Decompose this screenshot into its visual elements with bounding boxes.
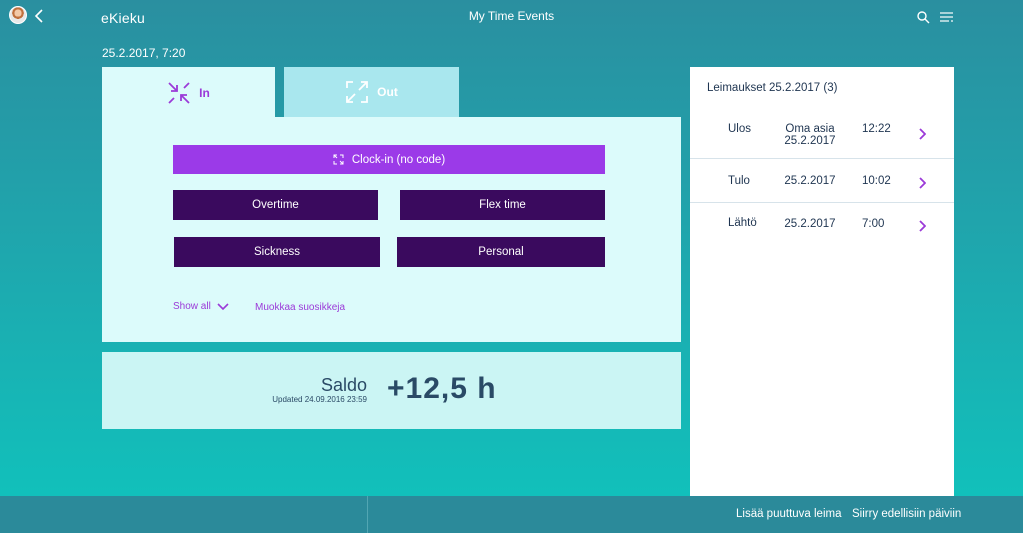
overtime-button[interactable]: Overtime — [173, 190, 378, 220]
menu-icon[interactable] — [939, 10, 954, 24]
stamp-row[interactable]: Tulo 25.2.2017 10:02 — [690, 159, 954, 203]
stamp-type: Lähtö — [728, 217, 757, 229]
expand-arrows-icon — [346, 81, 369, 103]
personal-button[interactable]: Personal — [397, 237, 605, 267]
saldo-value: +12,5 h — [387, 372, 497, 405]
flex-time-button[interactable]: Flex time — [400, 190, 605, 220]
stamp-type: Tulo — [728, 175, 750, 187]
stamps-heading: Leimaukset 25.2.2017 (3) — [707, 82, 838, 94]
stamp-row[interactable]: Lähtö 25.2.2017 7:00 — [690, 203, 954, 247]
tab-out[interactable]: Out — [284, 67, 459, 117]
stamp-desc: 25.2.2017 — [784, 175, 836, 187]
saldo-updated: Updated 24.09.2016 23:59 — [272, 395, 367, 404]
stamp-desc: 25.2.2017 — [784, 218, 836, 230]
collapse-arrows-icon — [168, 81, 190, 104]
previous-days-link[interactable]: Siirry edellisiin päiviin — [852, 508, 961, 520]
edit-favorites-link[interactable]: Muokkaa suosikkeja — [255, 302, 345, 313]
show-all-label: Show all — [173, 301, 211, 312]
tab-in[interactable]: In — [102, 67, 275, 118]
search-icon[interactable] — [916, 10, 930, 24]
chevron-right-icon — [919, 177, 926, 189]
tab-in-label: In — [199, 85, 210, 100]
chevron-down-icon — [217, 302, 229, 310]
current-datetime: 25.2.2017, 7:20 — [102, 46, 186, 60]
stamp-desc: Oma asia 25.2.2017 — [774, 123, 846, 147]
tab-out-label: Out — [377, 85, 398, 99]
stamps-list: Leimaukset 25.2.2017 (3) Ulos Oma asia 2… — [690, 67, 954, 496]
stamp-type: Ulos — [728, 123, 752, 135]
chevron-right-icon — [919, 128, 926, 140]
clock-in-icon — [333, 154, 344, 165]
show-all-toggle[interactable]: Show all — [173, 301, 229, 312]
stamp-desc-line2: 25.2.2017 — [784, 135, 836, 147]
page-title: My Time Events — [468, 9, 555, 23]
sickness-button[interactable]: Sickness — [174, 237, 380, 267]
add-missing-stamp-link[interactable]: Lisää puuttuva leima — [736, 508, 841, 520]
clock-in-label: Clock-in (no code) — [351, 153, 446, 166]
stamp-time: 12:22 — [862, 123, 891, 135]
clock-in-button[interactable]: Clock-in (no code) — [173, 145, 605, 174]
chevron-right-icon — [919, 220, 926, 232]
stamp-row[interactable]: Ulos Oma asia 25.2.2017 12:22 — [690, 117, 954, 159]
bottom-divider — [367, 496, 368, 533]
stamp-time: 10:02 — [862, 175, 891, 187]
stamp-desc-line1: Oma asia — [785, 123, 835, 135]
saldo-label: Saldo — [320, 375, 367, 395]
stamp-time: 7:00 — [862, 218, 885, 230]
